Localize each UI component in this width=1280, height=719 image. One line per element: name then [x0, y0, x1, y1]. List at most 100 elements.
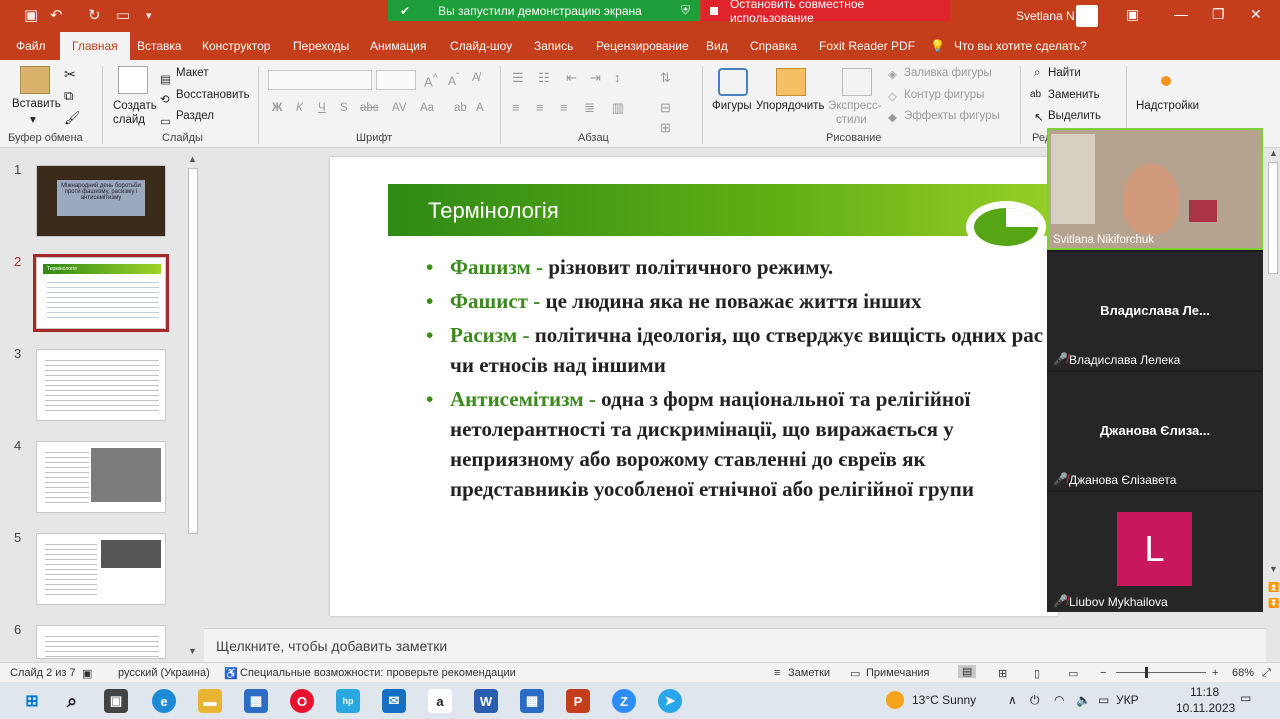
- cut-icon[interactable]: ✂: [64, 66, 76, 83]
- shadow-icon[interactable]: S: [340, 102, 348, 114]
- underline-icon[interactable]: Ч: [318, 102, 326, 114]
- strikethrough-icon[interactable]: abc: [360, 102, 379, 114]
- paste-button[interactable]: Вставить: [12, 98, 61, 110]
- slide-thumbnail-5[interactable]: [36, 533, 166, 605]
- shrink-font-icon[interactable]: Aˇ: [448, 72, 459, 88]
- zoom-out-icon[interactable]: −: [1100, 667, 1106, 679]
- paste-icon[interactable]: [20, 66, 50, 94]
- tab-foxit[interactable]: Foxit Reader PDF: [819, 39, 915, 53]
- powerpoint-icon[interactable]: P: [566, 689, 590, 713]
- italic-icon[interactable]: К: [296, 102, 303, 114]
- grow-font-icon[interactable]: A^: [424, 72, 438, 89]
- tab-transitions[interactable]: Переходы: [293, 39, 349, 53]
- accessibility-status[interactable]: Специальные возможности: проверьте реком…: [240, 667, 516, 679]
- user-name[interactable]: Svetlana N: [1016, 9, 1075, 23]
- clock-date[interactable]: 10.11.2023: [1176, 701, 1235, 715]
- notifications-icon[interactable]: ▭: [1240, 691, 1251, 705]
- file-explorer-icon[interactable]: ▬: [198, 689, 222, 713]
- tab-help[interactable]: Справка: [750, 39, 797, 53]
- format-painter-icon[interactable]: 🖌: [64, 110, 81, 126]
- notes-pane[interactable]: Щелкните, чтобы добавить заметки: [204, 628, 1266, 662]
- fit-to-window-icon[interactable]: ⤢: [1262, 667, 1271, 680]
- store-icon[interactable]: ▦: [244, 689, 268, 713]
- new-slide-icon[interactable]: [118, 66, 148, 94]
- tab-slideshow[interactable]: Слайд-шоу: [450, 39, 512, 53]
- video-tile-liubov[interactable]: L 🎤̸ Liubov Mykhailova: [1047, 492, 1263, 612]
- font-color-icon[interactable]: A: [476, 102, 484, 114]
- accessibility-icon[interactable]: ♿: [224, 667, 238, 680]
- redo-icon[interactable]: ↻: [88, 6, 101, 24]
- network-icon[interactable]: ◠: [1054, 693, 1064, 707]
- undo-icon[interactable]: ↶: [50, 6, 63, 24]
- scroll-up-icon[interactable]: ▲: [1269, 148, 1278, 158]
- slide-sorter-icon[interactable]: ⊞: [998, 667, 1007, 680]
- layout-button[interactable]: Макет: [176, 67, 209, 79]
- new-slide-label2[interactable]: слайд: [113, 114, 145, 126]
- calendar-icon[interactable]: ▦: [520, 689, 544, 713]
- tab-animations[interactable]: Анимация: [370, 39, 426, 53]
- slide-canvas[interactable]: Термінологія Фашизм - різновит політично…: [330, 157, 1058, 616]
- edge-icon[interactable]: e: [152, 689, 176, 713]
- prev-slide-icon[interactable]: ⏫: [1268, 582, 1279, 593]
- align-left-icon[interactable]: ≡: [512, 100, 520, 115]
- slide-thumbnail-6[interactable]: [36, 625, 166, 659]
- tab-design[interactable]: Конструктор: [202, 39, 270, 53]
- telegram-icon[interactable]: ➤: [658, 689, 682, 713]
- text-direction-icon[interactable]: ⇅: [660, 70, 671, 86]
- slide-title[interactable]: Термінологія: [428, 198, 559, 224]
- tray-overflow-icon[interactable]: ∧: [1008, 693, 1017, 707]
- windows-start-icon[interactable]: ⊞: [20, 689, 44, 713]
- scroll-up-icon[interactable]: ▲: [188, 154, 197, 164]
- usb-icon[interactable]: ⏻: [1030, 693, 1040, 708]
- slideshow-view-icon[interactable]: ▭: [1068, 667, 1078, 680]
- find-button[interactable]: Найти: [1048, 67, 1081, 79]
- columns-icon[interactable]: ▥: [612, 100, 624, 116]
- scroll-down-icon[interactable]: ▼: [1269, 564, 1278, 574]
- ribbon-display-icon[interactable]: ▣: [1126, 6, 1139, 23]
- maximize-icon[interactable]: ❐: [1212, 6, 1225, 23]
- minimize-icon[interactable]: —: [1174, 6, 1188, 22]
- scroll-down-icon[interactable]: ▼: [188, 646, 197, 656]
- shape-fill-button[interactable]: Заливка фигуры: [904, 67, 992, 79]
- start-slideshow-icon[interactable]: ▭: [116, 6, 130, 24]
- notes-toggle[interactable]: Заметки: [788, 667, 830, 679]
- increase-indent-icon[interactable]: ⇥: [590, 70, 601, 86]
- slide-thumbnail-2[interactable]: Термінологія: [33, 254, 169, 332]
- video-tile-svitlana[interactable]: Svitlana Nikiforchuk: [1047, 128, 1263, 250]
- tab-view[interactable]: Вид: [706, 39, 728, 53]
- align-text-icon[interactable]: ⊟: [660, 100, 671, 116]
- scrollbar-thumb[interactable]: [188, 168, 198, 534]
- font-family-select[interactable]: [268, 70, 372, 90]
- video-tile-dzhanova[interactable]: Джанова Єлиза... 🎤̸ Джанова Єлізавета: [1047, 372, 1263, 490]
- shapes-button[interactable]: Фигуры: [712, 100, 752, 112]
- select-button[interactable]: Выделить: [1048, 110, 1101, 122]
- zoom-slider[interactable]: [1116, 672, 1206, 673]
- clock-time[interactable]: 11:18: [1190, 685, 1219, 699]
- amazon-icon[interactable]: a: [428, 689, 452, 713]
- tab-review[interactable]: Рецензирование: [596, 39, 689, 53]
- case-icon[interactable]: Aa: [420, 102, 434, 114]
- slide-body[interactable]: Фашизм - різновит політичного режиму. Фа…: [426, 252, 1046, 504]
- line-spacing-icon[interactable]: ↕: [614, 70, 621, 85]
- quick-styles-icon[interactable]: [842, 68, 872, 96]
- weather-sun-icon[interactable]: [886, 691, 904, 709]
- avatar[interactable]: [1076, 5, 1098, 27]
- spacing-icon[interactable]: AV: [392, 102, 407, 114]
- tab-file[interactable]: Файл: [16, 39, 46, 53]
- zoom-level[interactable]: 68%: [1232, 667, 1254, 679]
- arrange-button[interactable]: Упорядочить: [756, 100, 824, 112]
- new-slide-button[interactable]: Создать: [113, 100, 157, 112]
- quick-styles-label2[interactable]: стили: [836, 114, 867, 126]
- tab-record[interactable]: Запись: [534, 39, 573, 53]
- arrange-icon[interactable]: [776, 68, 806, 96]
- editor-scrollbar[interactable]: ▲ ▼ ⏫ ⏬: [1266, 148, 1280, 661]
- tell-me-search[interactable]: Что вы хотите сделать?: [954, 39, 1087, 53]
- shape-effects-button[interactable]: Эффекты фигуры: [904, 110, 1000, 122]
- stop-sharing-button[interactable]: Остановить совместное использование: [702, 0, 950, 25]
- section-button[interactable]: Раздел: [176, 110, 214, 122]
- shapes-icon[interactable]: [718, 68, 748, 96]
- scrollbar-thumb[interactable]: [1268, 162, 1278, 274]
- bullets-icon[interactable]: ☰: [512, 70, 524, 86]
- replace-button[interactable]: Заменить: [1048, 89, 1100, 101]
- zoom-icon[interactable]: Z: [612, 689, 636, 713]
